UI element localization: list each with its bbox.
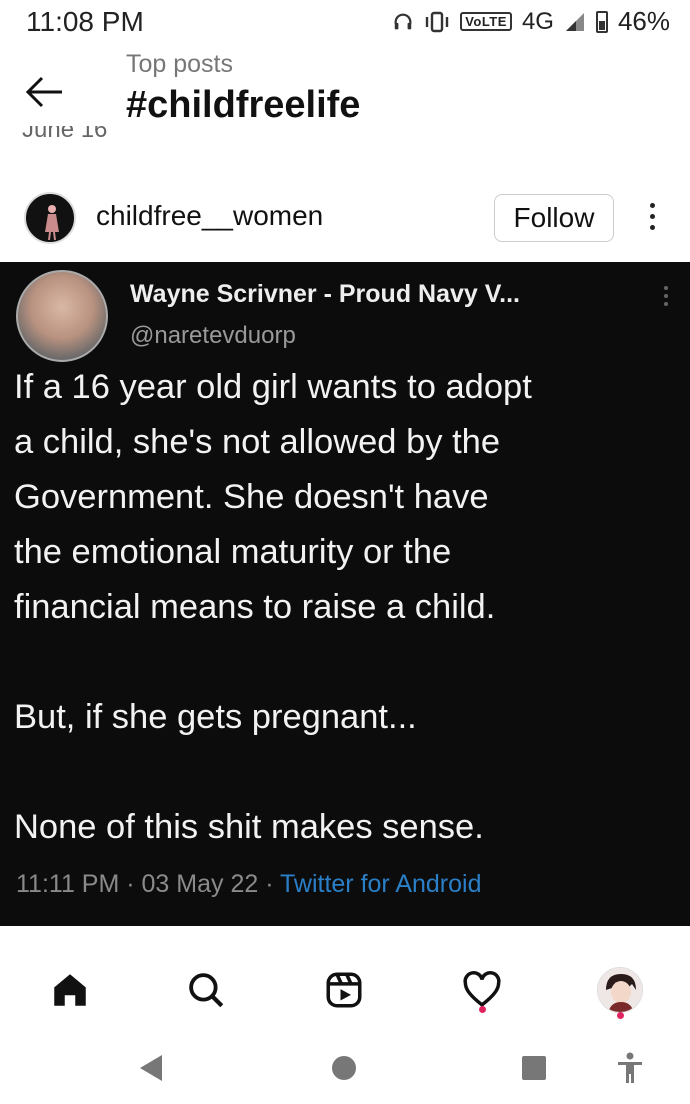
accessibility-button[interactable] — [608, 1046, 652, 1090]
author-avatar[interactable] — [24, 192, 76, 244]
nav-home[interactable] — [40, 960, 100, 1020]
tweet-author-avatar — [16, 270, 108, 362]
battery-percent: 46% — [617, 6, 670, 36]
tweet-line: If a 16 year old girl wants to adopt — [14, 368, 532, 406]
tweet-text: If a 16 year old girl wants to adopt a c… — [14, 360, 682, 855]
status-icons: VoLTE 4G 46% — [392, 6, 670, 37]
system-recents-button[interactable] — [512, 1046, 556, 1090]
tweet-timestamp: 11:11 PM · 03 May 22 · — [16, 870, 281, 898]
search-icon — [189, 973, 224, 1008]
tweet-line: Government. She doesn't have — [14, 478, 489, 516]
tweet-line: But, if she gets pregnant... — [14, 698, 417, 736]
more-dot — [649, 214, 655, 219]
follow-button[interactable]: Follow — [494, 194, 614, 242]
tweet-author-handle: @naretevduorp — [130, 322, 296, 349]
system-home-button[interactable] — [322, 1046, 366, 1090]
arrow-left-icon — [25, 76, 62, 108]
activity-notification-dot — [479, 1006, 486, 1013]
post-image[interactable]: Wayne Scrivner - Proud Navy V... @narete… — [0, 262, 690, 926]
post-username[interactable]: childfree__women — [96, 200, 323, 232]
tweet-line: financial means to raise a child. — [14, 588, 496, 626]
headphones-icon — [394, 13, 412, 29]
tweet-line: a child, she's not allowed by the — [14, 423, 501, 461]
network-type: 4G — [521, 7, 554, 35]
more-dot — [649, 225, 655, 230]
battery-icon — [595, 10, 608, 33]
tweet-line: None of this shit makes sense. — [14, 808, 484, 846]
signal-icon — [565, 12, 584, 31]
system-nav-bar — [0, 1030, 690, 1104]
back-button[interactable] — [22, 72, 70, 112]
post-header: childfree__women Follow — [0, 178, 690, 258]
previous-post-date: June 16 — [22, 126, 108, 143]
status-bar: 11:08 PM VoLTE 4G 46% — [0, 0, 690, 46]
tweet-more-icon — [662, 284, 670, 312]
tweet-line: the emotional maturity or the — [14, 533, 452, 571]
bottom-nav — [0, 950, 690, 1030]
home-icon — [54, 974, 86, 1006]
avatar-figure-icon — [45, 205, 59, 241]
status-time: 11:08 PM — [26, 6, 144, 37]
circle-home-icon — [332, 1056, 356, 1080]
more-options-button[interactable] — [638, 200, 666, 236]
profile-notification-dot — [617, 1012, 624, 1019]
header-subtitle: Top posts — [126, 50, 234, 78]
profile-avatar-image — [598, 968, 642, 1012]
tweet-source: Twitter for Android — [280, 870, 482, 898]
system-back-button[interactable] — [130, 1046, 174, 1090]
profile-avatar — [597, 967, 643, 1013]
triangle-back-icon — [140, 1055, 162, 1081]
reels-icon — [326, 972, 362, 1008]
heart-icon — [463, 971, 501, 1008]
nav-reels[interactable] — [314, 960, 374, 1020]
page-title: #childfreelife — [126, 84, 361, 126]
tweet-meta: 11:11 PM · 03 May 22 · Twitter for Andro… — [16, 870, 482, 899]
more-dot — [649, 203, 655, 208]
vibrate-icon — [425, 11, 449, 32]
square-recents-icon — [522, 1056, 546, 1080]
tweet-author-name: Wayne Scrivner - Proud Navy V... — [130, 280, 520, 308]
volte-badge: VoLTE — [460, 12, 512, 31]
nav-search[interactable] — [176, 960, 236, 1020]
accessibility-icon — [618, 1052, 642, 1083]
nav-profile[interactable] — [590, 960, 650, 1020]
